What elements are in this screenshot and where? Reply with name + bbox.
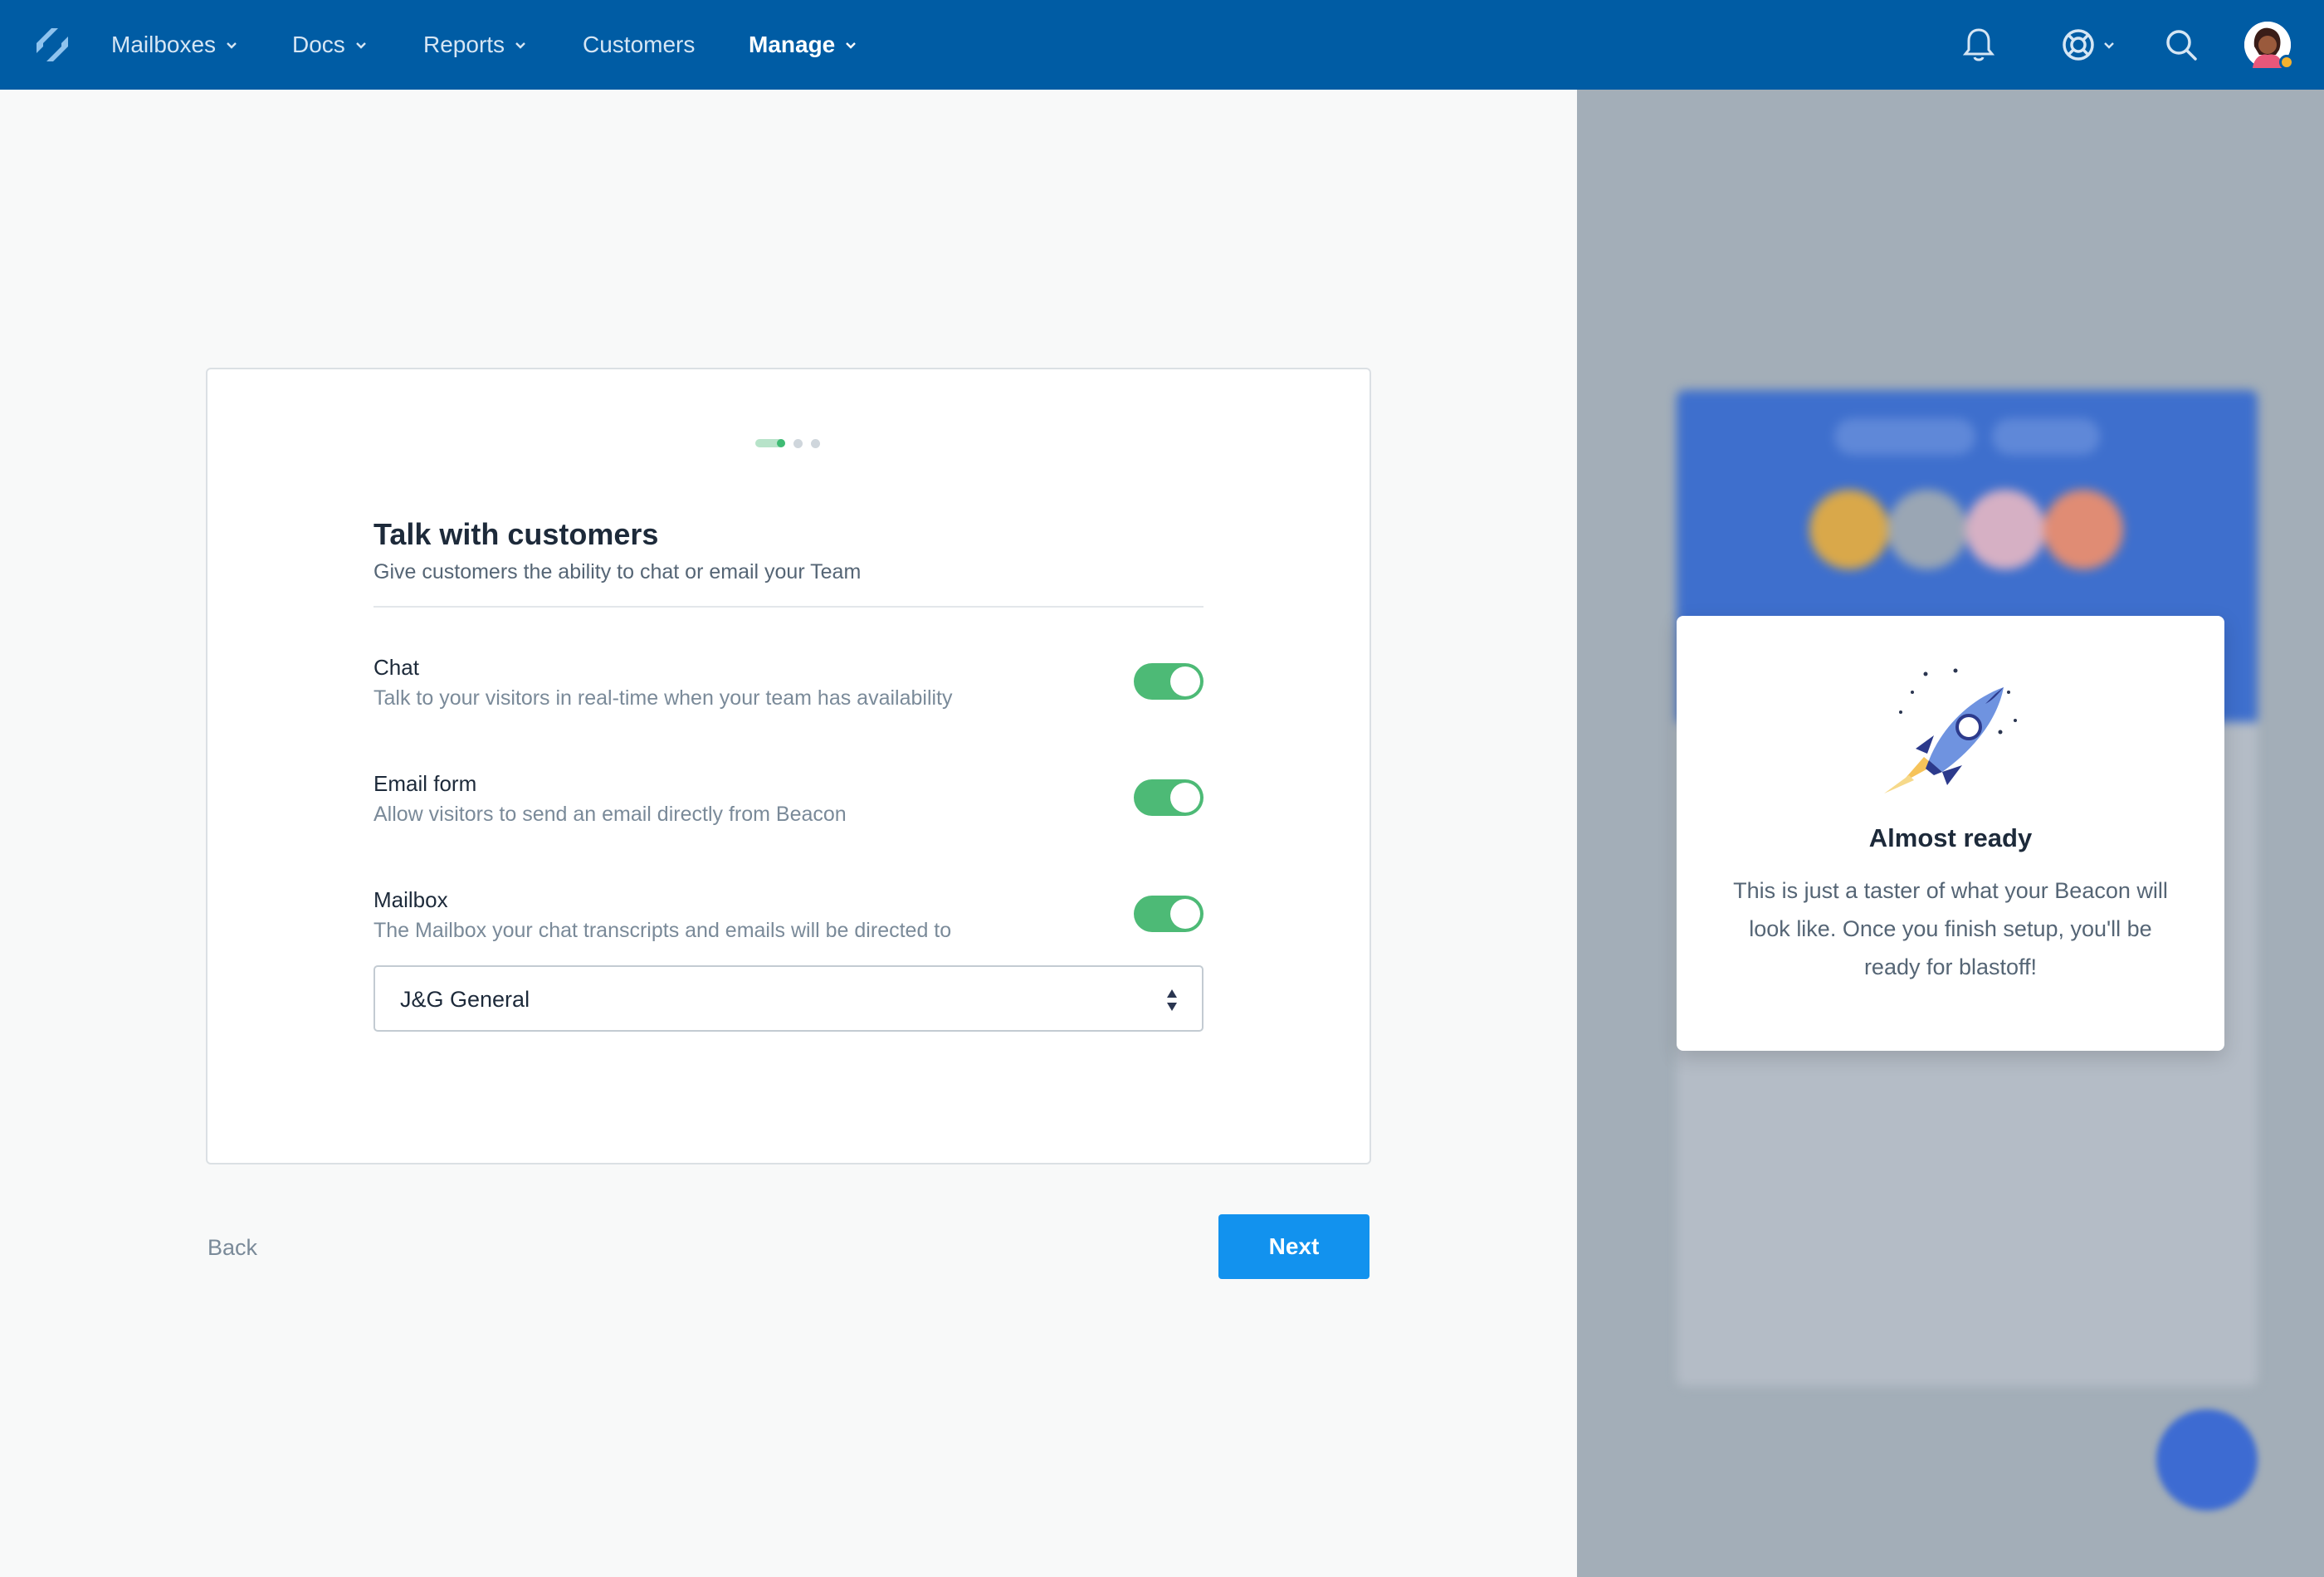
wizard-card: Talk with customers Give customers the a… — [206, 368, 1371, 1164]
search-icon[interactable] — [2158, 22, 2204, 68]
preview-text: This is just a taster of what your Beaco… — [1733, 878, 2168, 979]
step-dot — [793, 438, 803, 448]
chevron-down-icon — [2104, 42, 2114, 49]
nav-reports[interactable]: Reports — [423, 0, 528, 90]
divider — [374, 606, 1204, 608]
status-indicator — [2279, 55, 2294, 70]
step-indicator — [755, 437, 820, 449]
page-title: Talk with customers — [374, 517, 659, 551]
almost-ready-card: Almost ready This is just a taster of wh… — [1677, 616, 2224, 1051]
beacon-launcher-button — [2156, 1409, 2258, 1511]
nav-customers-label: Customers — [583, 32, 696, 57]
nav-manage-label: Manage — [749, 32, 836, 57]
chat-toggle[interactable] — [1134, 663, 1204, 700]
agent-avatar — [1809, 490, 1889, 569]
user-avatar[interactable] — [2244, 22, 2294, 70]
beacon-tab — [1992, 418, 2100, 455]
step-dot — [811, 438, 820, 448]
email-form-label: Email form — [374, 771, 477, 796]
agent-avatar — [1887, 490, 1967, 569]
mailbox-select[interactable]: J&G General — [374, 965, 1204, 1032]
select-arrows-icon — [1167, 989, 1177, 1011]
email-form-toggle[interactable] — [1134, 779, 1204, 816]
toggle-knob — [1170, 666, 1200, 696]
chevron-down-icon — [515, 42, 525, 49]
chevron-down-icon — [227, 42, 237, 49]
chat-label: Chat — [374, 655, 419, 680]
email-form-description: Allow visitors to send an email directly… — [374, 803, 847, 826]
nav-docs-label: Docs — [292, 32, 345, 57]
nav-mailboxes-label: Mailboxes — [111, 32, 217, 57]
mailbox-select-value: J&G General — [400, 987, 530, 1012]
chevron-down-icon — [846, 42, 857, 49]
nav-manage[interactable]: Manage — [749, 0, 858, 90]
back-link[interactable]: Back — [208, 1235, 257, 1261]
chevron-down-icon — [355, 42, 366, 49]
help-scout-logo-icon[interactable] — [33, 25, 71, 65]
rocket-icon — [1884, 668, 2017, 793]
lifebuoy-icon[interactable] — [2055, 22, 2121, 68]
toggle-knob — [1170, 899, 1200, 929]
agent-avatar — [2043, 490, 2123, 569]
top-navigation: Mailboxes Docs Reports Customers Manage — [0, 0, 2324, 90]
mailbox-label: Mailbox — [374, 887, 448, 912]
nav-docs[interactable]: Docs — [292, 0, 369, 90]
mailbox-toggle[interactable] — [1134, 896, 1204, 932]
next-button[interactable]: Next — [1218, 1214, 1370, 1279]
mailbox-description: The Mailbox your chat transcripts and em… — [374, 919, 952, 942]
agent-avatar — [1965, 490, 2045, 569]
bell-icon[interactable] — [1955, 22, 2002, 68]
nav-mailboxes[interactable]: Mailboxes — [111, 0, 239, 90]
beacon-tab — [1834, 418, 1975, 455]
nav-reports-label: Reports — [423, 32, 505, 57]
preview-title: Almost ready — [1868, 823, 2033, 852]
toggle-knob — [1170, 783, 1200, 813]
nav-customers[interactable]: Customers — [583, 0, 695, 90]
page-subtitle: Give customers the ability to chat or em… — [374, 560, 862, 583]
chat-description: Talk to your visitors in real-time when … — [374, 686, 953, 710]
step-current — [755, 439, 785, 447]
